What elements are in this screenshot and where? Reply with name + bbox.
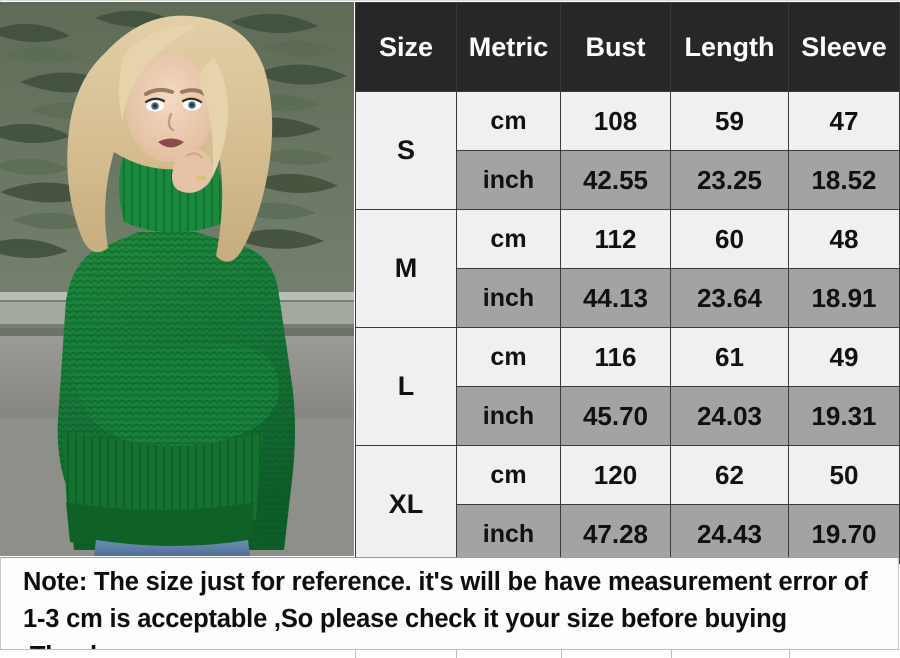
table-row: XL cm 120 62 50 <box>355 445 900 564</box>
length-inch-xl: 24.43 <box>670 504 789 564</box>
sleeve-cm-l: 49 <box>788 327 900 387</box>
length-cm-m: 60 <box>670 209 789 269</box>
length-cm-xl: 62 <box>670 445 789 505</box>
product-photo <box>0 2 354 556</box>
sleeve-inch-m: 18.91 <box>788 268 900 328</box>
bust-cm-l: 116 <box>560 327 671 387</box>
grid-divider-3 <box>561 650 562 658</box>
page-top-border <box>0 0 899 1</box>
table-row: M cm 112 60 48 <box>355 209 900 328</box>
header-bust: Bust <box>560 2 671 92</box>
header-length: Length <box>670 2 789 92</box>
length-cm-l: 61 <box>670 327 789 387</box>
size-chart-page: Size Metric Bust Length Sleeve S cm 108 … <box>0 0 900 658</box>
length-inch-m: 23.64 <box>670 268 789 328</box>
sleeve-inch-xl: 19.70 <box>788 504 900 564</box>
grid-divider-5 <box>789 650 790 658</box>
length-inch-l: 24.03 <box>670 386 789 446</box>
size-chart-table: Size Metric Bust Length Sleeve S cm 108 … <box>355 2 900 564</box>
size-label-l: L <box>355 327 457 446</box>
size-note-block: Note: The size just for reference. it's … <box>0 557 899 650</box>
bust-cm-m: 112 <box>560 209 671 269</box>
metric-cm-m: cm <box>456 209 561 269</box>
table-row: S cm 108 59 47 <box>355 91 900 210</box>
grid-divider-4 <box>671 650 672 658</box>
size-label-xl: XL <box>355 445 457 564</box>
size-label-m: M <box>355 209 457 328</box>
metric-cm-l: cm <box>456 327 561 387</box>
metric-inch-xl: inch <box>456 504 561 564</box>
bust-cm-s: 108 <box>560 91 671 151</box>
bust-cm-xl: 120 <box>560 445 671 505</box>
size-label-s: S <box>355 91 457 210</box>
length-inch-s: 23.25 <box>670 150 789 210</box>
bust-inch-l: 45.70 <box>560 386 671 446</box>
size-note-text: Note: The size just for reference. it's … <box>23 568 868 649</box>
metric-inch-s: inch <box>456 150 561 210</box>
length-cm-s: 59 <box>670 91 789 151</box>
product-photo-illustration <box>0 2 354 556</box>
header-metric: Metric <box>456 2 561 92</box>
sleeve-cm-s: 47 <box>788 91 900 151</box>
bust-inch-xl: 47.28 <box>560 504 671 564</box>
metric-cm-xl: cm <box>456 445 561 505</box>
header-size: Size <box>355 2 457 92</box>
sleeve-inch-s: 18.52 <box>788 150 900 210</box>
header-sleeve: Sleeve <box>788 2 900 92</box>
table-header-row: Size Metric Bust Length Sleeve <box>355 2 900 92</box>
table-row: L cm 116 61 49 <box>355 327 900 446</box>
metric-inch-l: inch <box>456 386 561 446</box>
sleeve-cm-m: 48 <box>788 209 900 269</box>
metric-cm-s: cm <box>456 91 561 151</box>
metric-inch-m: inch <box>456 268 561 328</box>
bust-inch-m: 44.13 <box>560 268 671 328</box>
sleeve-cm-xl: 50 <box>788 445 900 505</box>
grid-divider-2 <box>456 650 457 658</box>
bust-inch-s: 42.55 <box>560 150 671 210</box>
grid-divider-1 <box>355 650 356 658</box>
bottom-grid-sliver <box>0 649 899 658</box>
sleeve-inch-l: 19.31 <box>788 386 900 446</box>
